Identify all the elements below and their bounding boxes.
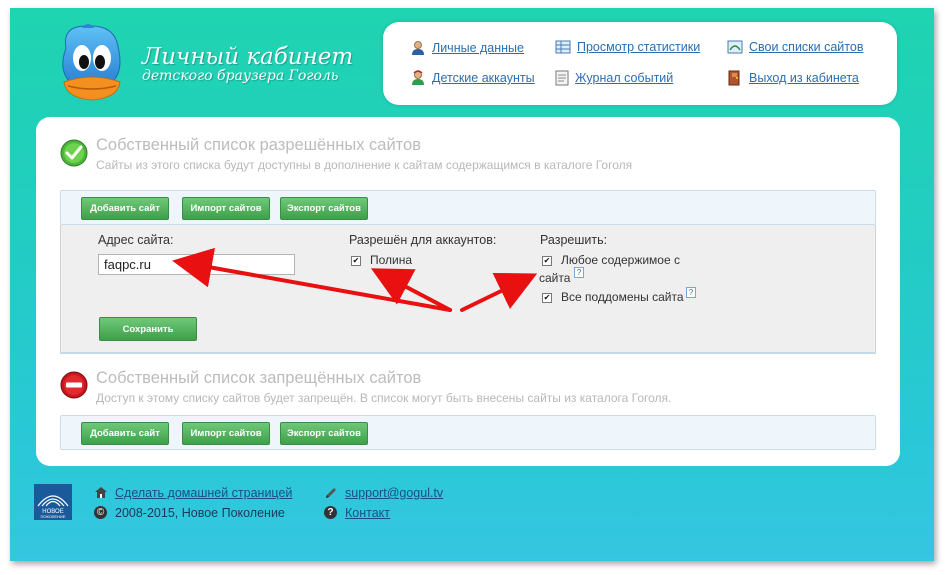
contact-link[interactable]: Контакт: [345, 506, 390, 520]
annotation-arrows: [172, 247, 538, 312]
question-icon: ?: [324, 506, 337, 519]
home-icon: [95, 487, 107, 498]
footer-logo-text-2: ПОКОЛЕНИЕ: [40, 514, 65, 519]
copyright-icon: ©: [94, 506, 107, 519]
arrow-to-address: [172, 247, 452, 312]
novoe-pokolenie-logo-icon: НОВОЕ ПОКОЛЕНИЕ: [34, 484, 72, 520]
arrow-to-allow-options: [460, 272, 538, 312]
copyright-text: 2008-2015, Новое Поколение: [115, 506, 285, 520]
page-background: Личный кабинет детского браузера Гоголь …: [10, 8, 934, 561]
support-email-link[interactable]: support@gogul.tv: [345, 486, 443, 500]
pen-icon: [326, 488, 336, 498]
set-homepage-link[interactable]: Сделать домашней страницей: [115, 486, 292, 500]
